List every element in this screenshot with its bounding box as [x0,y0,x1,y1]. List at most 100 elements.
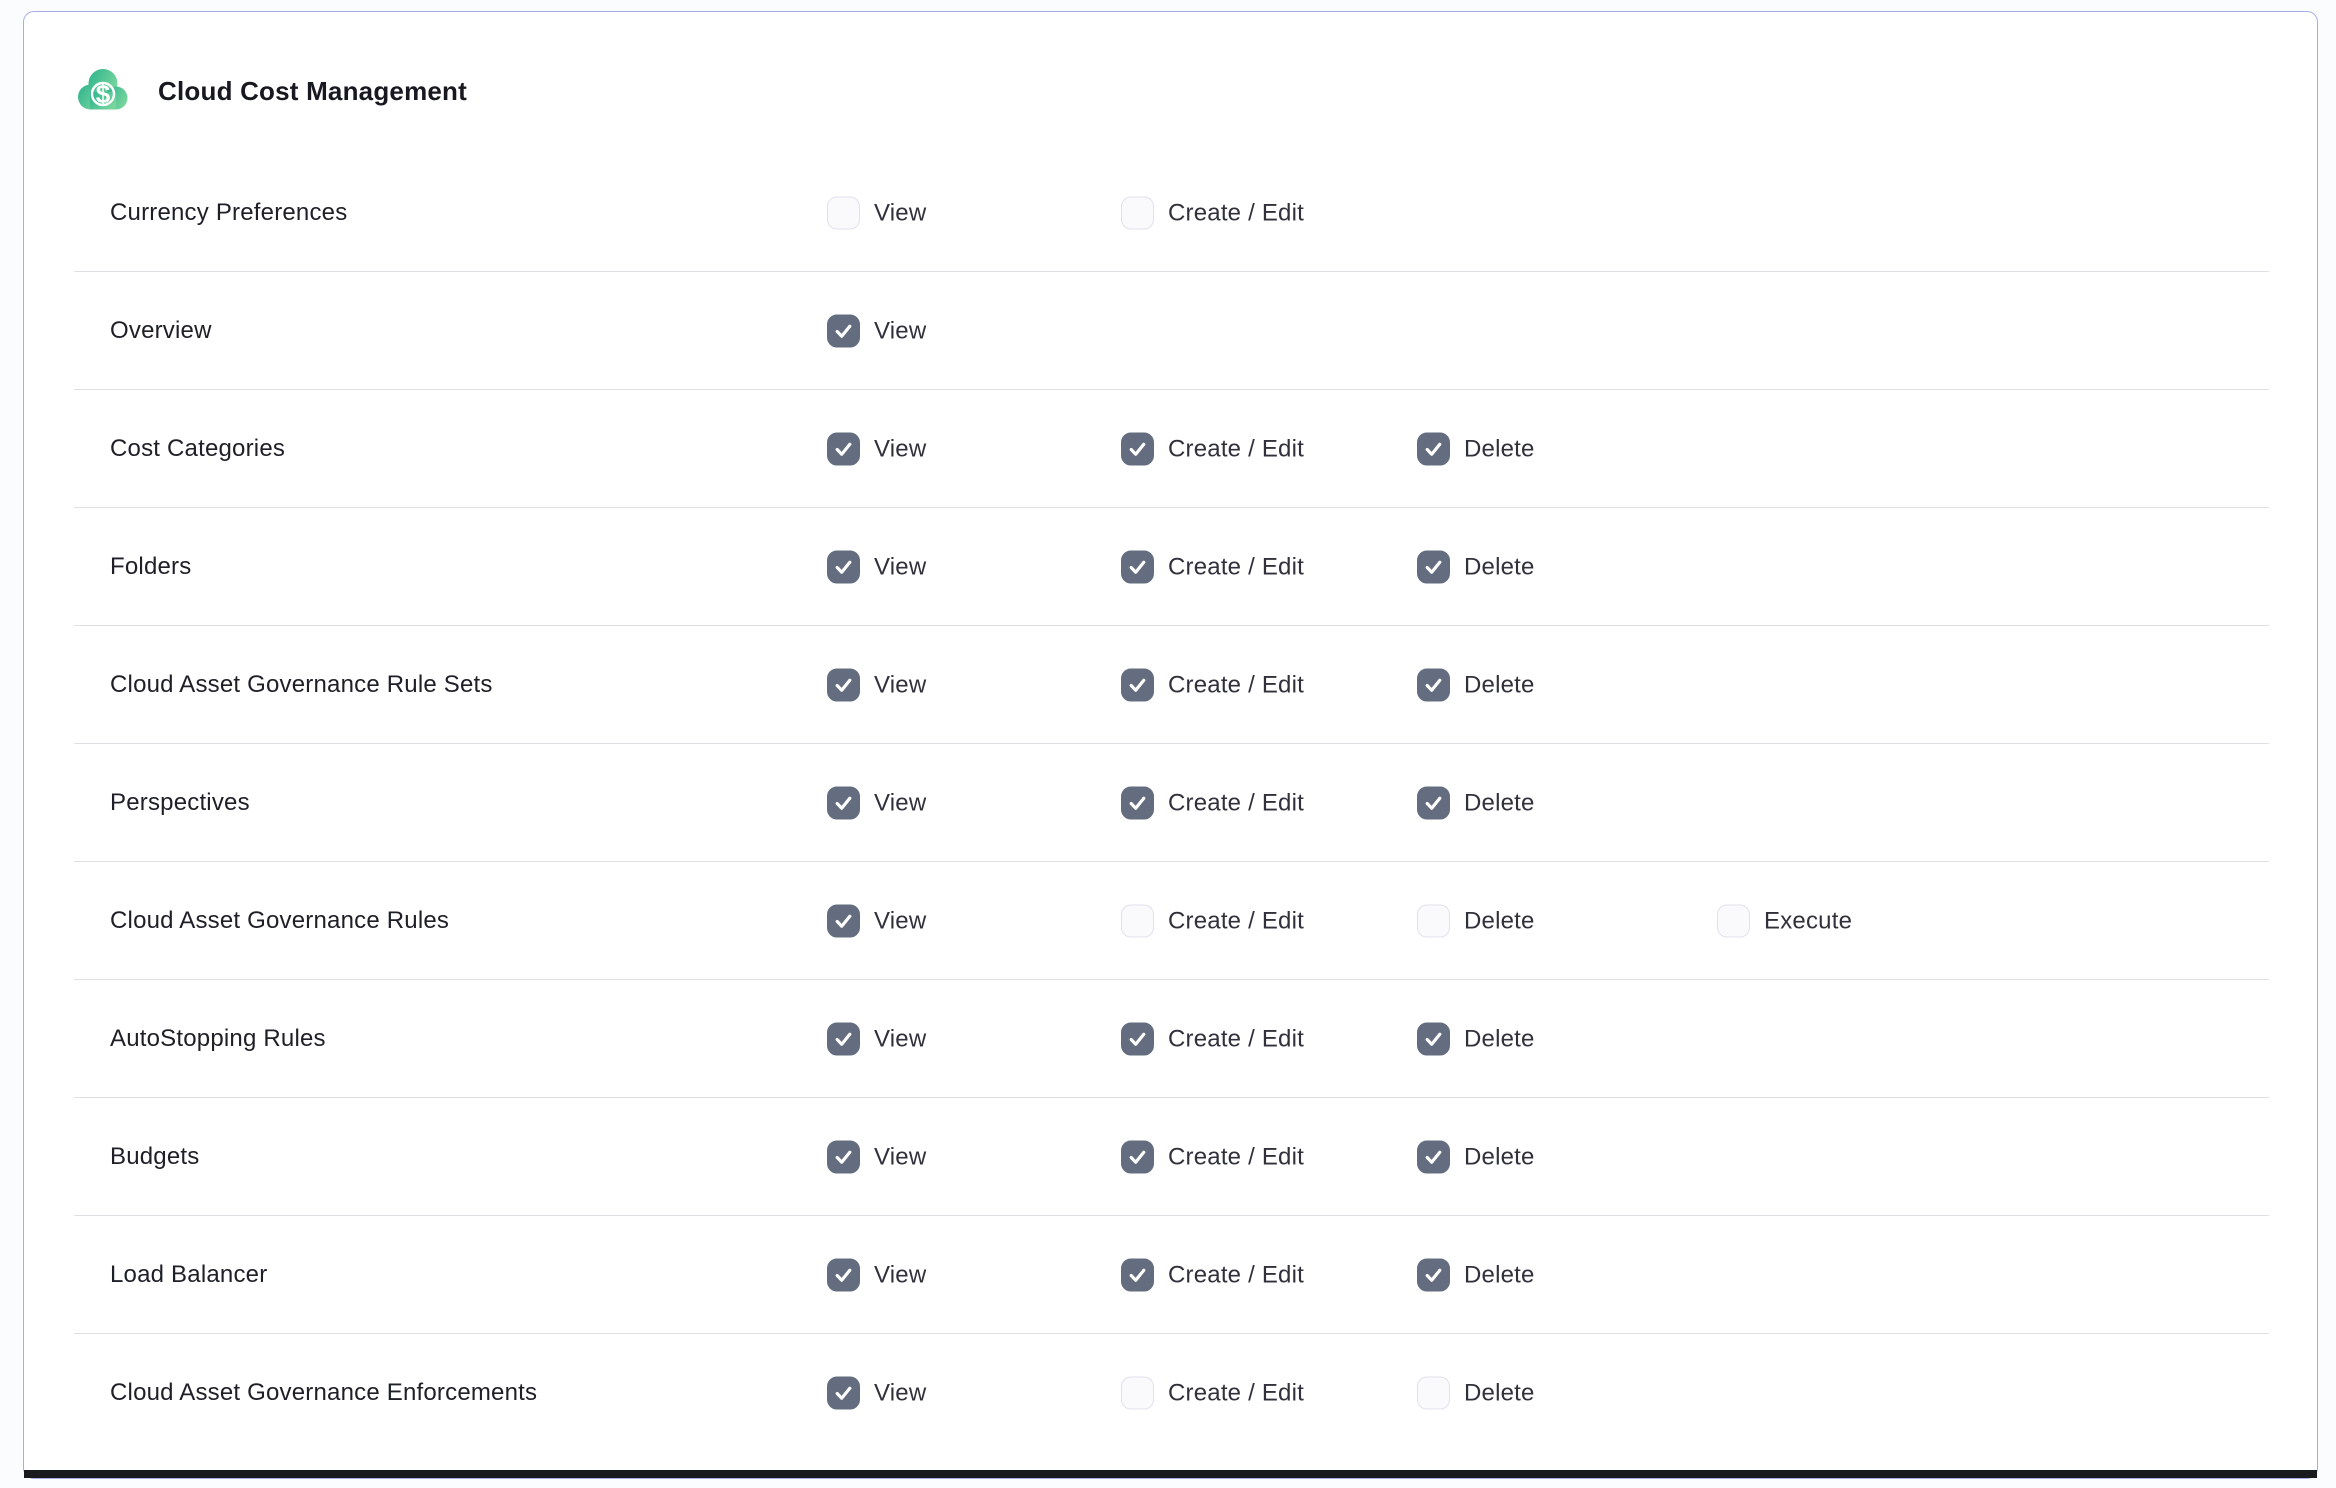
permission-cell-delete[interactable]: Delete [1417,1259,1535,1292]
checkbox-delete-unchecked[interactable] [1417,905,1450,938]
permission-cell-create-edit[interactable]: Create / Edit [1121,905,1304,938]
permission-cell-delete[interactable]: Delete [1417,433,1535,466]
checkmark-icon [1127,1265,1148,1286]
permission-cell-create-edit[interactable]: Create / Edit [1121,433,1304,466]
permission-cell-view[interactable]: View [827,787,926,820]
permission-label: Create / Edit [1168,1261,1304,1289]
checkbox-create-edit-checked[interactable] [1121,433,1154,466]
checkmark-icon [833,557,854,578]
checkbox-delete-checked[interactable] [1417,551,1450,584]
permission-cell-create-edit[interactable]: Create / Edit [1121,787,1304,820]
resource-label: Budgets [110,1143,199,1171]
checkbox-create-edit-checked[interactable] [1121,1023,1154,1056]
permission-label: Create / Edit [1168,553,1304,581]
permission-cell-view[interactable]: View [827,197,926,230]
permission-cell-view[interactable]: View [827,1023,926,1056]
checkbox-delete-checked[interactable] [1417,1259,1450,1292]
permission-label: Create / Edit [1168,199,1304,227]
permission-cell-delete[interactable]: Delete [1417,551,1535,584]
checkbox-delete-checked[interactable] [1417,669,1450,702]
permission-cell-view[interactable]: View [827,433,926,466]
permission-cell-delete[interactable]: Delete [1417,1377,1535,1410]
checkmark-icon [833,1383,854,1404]
permission-row-autostopping-rules: AutoStopping Rules View Create / Edit De… [24,980,2317,1098]
permission-cell-view[interactable]: View [827,1259,926,1292]
checkbox-view-checked[interactable] [827,787,860,820]
permission-cell-create-edit[interactable]: Create / Edit [1121,1141,1304,1174]
checkbox-view-checked[interactable] [827,905,860,938]
permission-label: View [874,907,926,935]
checkbox-create-edit-unchecked[interactable] [1121,197,1154,230]
permission-cell-view[interactable]: View [827,905,926,938]
checkbox-create-edit-checked[interactable] [1121,1259,1154,1292]
permission-label: Create / Edit [1168,789,1304,817]
resource-label: Perspectives [110,789,250,817]
permission-cell-create-edit[interactable]: Create / Edit [1121,551,1304,584]
permission-cell-create-edit[interactable]: Create / Edit [1121,1023,1304,1056]
checkmark-icon [1127,557,1148,578]
permission-label: Delete [1464,1143,1535,1171]
checkbox-create-edit-checked[interactable] [1121,1141,1154,1174]
permission-label: View [874,789,926,817]
permission-cell-delete[interactable]: Delete [1417,669,1535,702]
checkbox-view-checked[interactable] [827,1023,860,1056]
checkbox-view-checked[interactable] [827,1141,860,1174]
panel-header: $ Cloud Cost Management [24,12,2317,154]
checkbox-delete-checked[interactable] [1417,1023,1450,1056]
resource-label: Folders [110,553,191,581]
permission-cell-view[interactable]: View [827,1141,926,1174]
permission-label: View [874,317,926,345]
permission-cell-create-edit[interactable]: Create / Edit [1121,669,1304,702]
checkbox-view-checked[interactable] [827,551,860,584]
permission-label: Delete [1464,1025,1535,1053]
checkbox-view-checked[interactable] [827,315,860,348]
checkmark-icon [833,321,854,342]
permission-row-cloud-asset-governance-enforcements: Cloud Asset Governance Enforcements View… [24,1334,2317,1452]
permission-row-perspectives: Perspectives View Create / Edit Delete [24,744,2317,862]
checkbox-view-checked[interactable] [827,1259,860,1292]
permission-cell-create-edit[interactable]: Create / Edit [1121,197,1304,230]
checkbox-delete-checked[interactable] [1417,433,1450,466]
permission-label: Delete [1464,435,1535,463]
permission-cell-view[interactable]: View [827,669,926,702]
checkbox-execute-unchecked[interactable] [1717,905,1750,938]
checkbox-view-checked[interactable] [827,1377,860,1410]
permission-cell-execute[interactable]: Execute [1717,905,1852,938]
permission-label: Delete [1464,553,1535,581]
permission-cell-delete[interactable]: Delete [1417,1023,1535,1056]
permission-cell-delete[interactable]: Delete [1417,1141,1535,1174]
checkbox-create-edit-unchecked[interactable] [1121,905,1154,938]
checkbox-delete-checked[interactable] [1417,1141,1450,1174]
checkbox-delete-unchecked[interactable] [1417,1377,1450,1410]
checkmark-icon [1423,1147,1444,1168]
permission-label: Create / Edit [1168,907,1304,935]
checkbox-create-edit-checked[interactable] [1121,551,1154,584]
checkmark-icon [833,675,854,696]
checkbox-delete-checked[interactable] [1417,787,1450,820]
permission-label: Create / Edit [1168,671,1304,699]
permission-cell-view[interactable]: View [827,1377,926,1410]
resource-label: Cloud Asset Governance Rules [110,907,449,935]
checkmark-icon [1127,439,1148,460]
checkmark-icon [1423,793,1444,814]
checkbox-create-edit-unchecked[interactable] [1121,1377,1154,1410]
permission-cell-view[interactable]: View [827,551,926,584]
checkbox-view-checked[interactable] [827,433,860,466]
permission-cell-delete[interactable]: Delete [1417,905,1535,938]
permission-label: View [874,1261,926,1289]
permission-row-folders: Folders View Create / Edit Delete [24,508,2317,626]
checkbox-create-edit-checked[interactable] [1121,787,1154,820]
permission-cell-create-edit[interactable]: Create / Edit [1121,1259,1304,1292]
cloud-dollar-icon: $ [74,65,130,118]
checkbox-view-unchecked[interactable] [827,197,860,230]
permission-cell-view[interactable]: View [827,315,926,348]
permission-label: View [874,671,926,699]
permission-row-currency-preferences: Currency Preferences View Create / Edit [24,154,2317,272]
checkbox-view-checked[interactable] [827,669,860,702]
permission-cell-delete[interactable]: Delete [1417,787,1535,820]
permission-cell-create-edit[interactable]: Create / Edit [1121,1377,1304,1410]
checkbox-create-edit-checked[interactable] [1121,669,1154,702]
permission-label: Delete [1464,789,1535,817]
permission-label: View [874,1379,926,1407]
permission-label: View [874,1025,926,1053]
